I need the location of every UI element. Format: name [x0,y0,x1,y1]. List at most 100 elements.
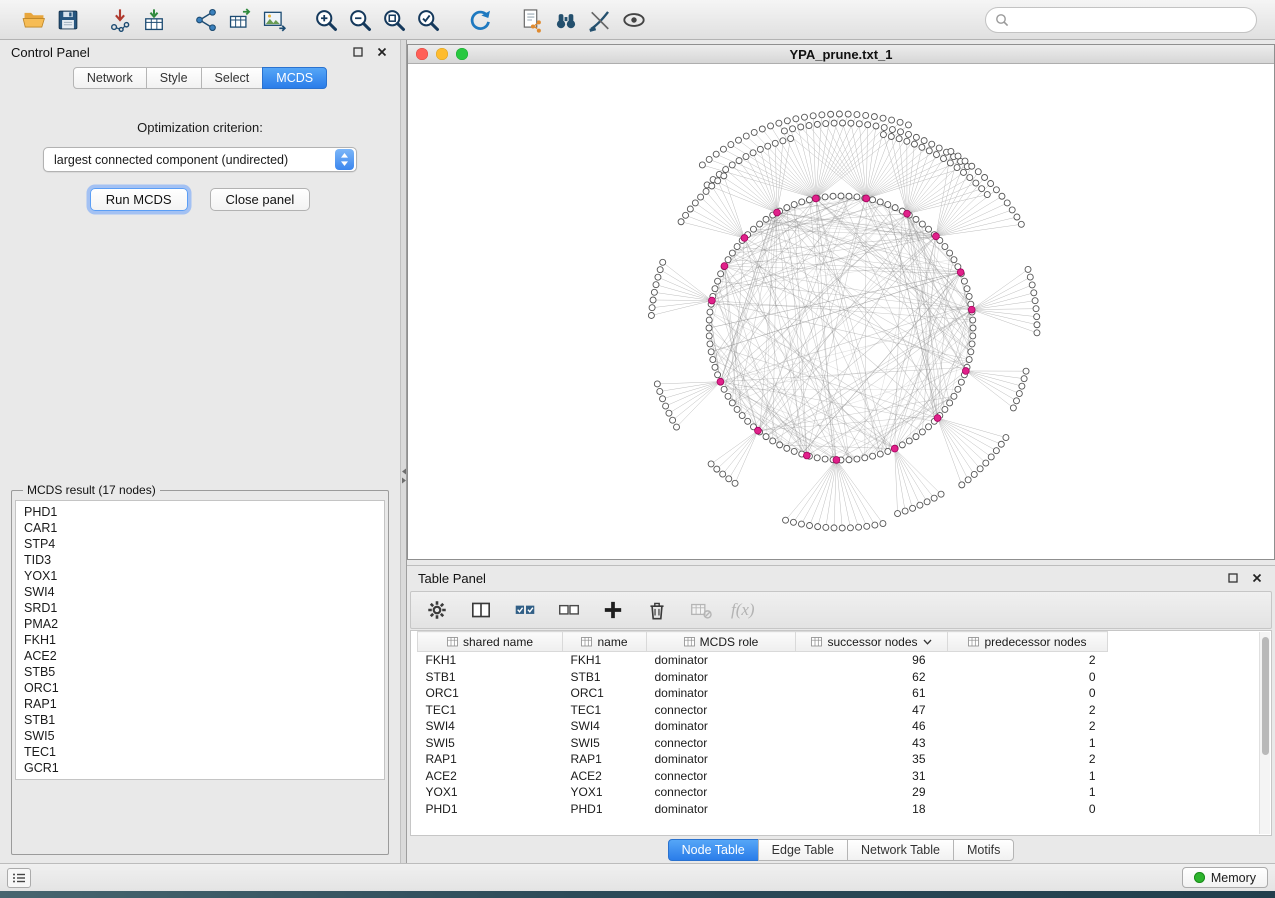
search-field[interactable] [985,7,1257,33]
splitter-collapse-arrows[interactable] [401,468,407,484]
show-hide-button[interactable] [619,5,649,35]
select-all-button[interactable] [511,597,539,623]
table-cell: 2 [948,652,1108,669]
mcds-result-item[interactable]: ORC1 [16,680,384,696]
status-menu-button[interactable] [7,868,31,888]
table-scrollbar[interactable] [1259,632,1270,834]
window-minimize-button[interactable] [436,48,448,60]
table-row[interactable]: STB1STB1dominator620 [418,669,1108,686]
table-row[interactable]: FKH1FKH1dominator962 [418,652,1108,669]
import-network-button[interactable] [105,5,135,35]
column-type-icon [447,637,458,647]
export-table-button[interactable] [225,5,255,35]
run-mcds-button[interactable]: Run MCDS [90,188,188,211]
save-button[interactable] [53,5,83,35]
zoom-fit-button[interactable] [379,5,409,35]
export-image-button[interactable] [259,5,289,35]
table-cell: 29 [796,784,948,801]
mcds-result-item[interactable]: PMA2 [16,616,384,632]
table-tab-node-table[interactable]: Node Table [668,839,759,861]
table-row[interactable]: ACE2ACE2connector311 [418,768,1108,785]
table-row[interactable]: SWI5SWI5connector431 [418,735,1108,752]
table-tab-motifs[interactable]: Motifs [953,839,1014,861]
criterion-dropdown[interactable]: largest connected component (undirected) [43,147,357,172]
mcds-result-item[interactable]: STB1 [16,712,384,728]
table-cell: 96 [796,652,948,669]
table-tab-network-table[interactable]: Network Table [847,839,954,861]
window-maximize-button[interactable] [456,48,468,60]
float-table-panel-button[interactable] [1226,571,1240,585]
mcds-result-item[interactable]: PHD1 [16,504,384,520]
mcds-result-item[interactable]: RAP1 [16,696,384,712]
export-network-button[interactable] [191,5,221,35]
network-graph[interactable] [408,64,1274,559]
mcds-result-item[interactable]: FKH1 [16,632,384,648]
table-cell: PHD1 [563,801,647,818]
memory-button[interactable]: Memory [1182,867,1268,888]
float-panel-button[interactable] [351,45,365,59]
select-all-icon [513,598,537,622]
network-canvas[interactable] [408,64,1274,559]
close-panel-button-secondary[interactable]: Close panel [210,188,311,211]
close-table-panel-button[interactable] [1250,571,1264,585]
table-row[interactable]: TEC1TEC1connector472 [418,702,1108,719]
tab-network[interactable]: Network [73,67,147,89]
mcds-result-item[interactable]: SRD1 [16,600,384,616]
zoom-out-button[interactable] [345,5,375,35]
column-header-successor-nodes[interactable]: successor nodes [796,632,948,652]
network-window-title: YPA_prune.txt_1 [408,47,1274,62]
mcds-result-item[interactable]: ACE2 [16,648,384,664]
mcds-result-item[interactable]: CAR1 [16,520,384,536]
column-header-predecessor-nodes[interactable]: predecessor nodes [948,632,1108,652]
mcds-result-item[interactable]: STP4 [16,536,384,552]
disabled-table-icon [689,598,713,622]
tab-style[interactable]: Style [146,67,202,89]
zoom-selected-button[interactable] [413,5,443,35]
mcds-result-item[interactable]: GCR1 [16,760,384,776]
import-table-button[interactable] [139,5,169,35]
table-row[interactable]: PHD1PHD1dominator180 [418,801,1108,818]
mcds-result-item[interactable]: TEC1 [16,744,384,760]
table-cell: dominator [647,801,796,818]
search-input[interactable] [1015,13,1247,27]
close-panel-button[interactable] [375,45,389,59]
application-window: Control Panel NetworkStyleSelectMCDS Opt… [0,0,1275,898]
export-document-button[interactable] [517,5,547,35]
window-close-button[interactable] [416,48,428,60]
mcds-result-item[interactable]: TID3 [16,552,384,568]
table-row[interactable]: YOX1YOX1connector291 [418,784,1108,801]
table-row[interactable]: ORC1ORC1dominator610 [418,685,1108,702]
table-row[interactable]: RAP1RAP1dominator352 [418,751,1108,768]
settings-button[interactable] [423,597,451,623]
tab-mcds[interactable]: MCDS [262,67,327,89]
columns-button[interactable] [467,597,495,623]
table-row[interactable]: SWI4SWI4dominator462 [418,718,1108,735]
table-cell: TEC1 [418,702,563,719]
zoom-in-button[interactable] [311,5,341,35]
apply-layout-button[interactable] [465,5,495,35]
mcds-result-item[interactable]: SWI4 [16,584,384,600]
table-tab-edge-table[interactable]: Edge Table [758,839,848,861]
tab-select[interactable]: Select [201,67,264,89]
column-header-name[interactable]: name [563,632,647,652]
mcds-result-item[interactable]: SWI5 [16,728,384,744]
column-type-icon [968,637,979,647]
mcds-result-item[interactable]: STB5 [16,664,384,680]
column-header-mcds-role[interactable]: MCDS role [647,632,796,652]
column-header-shared-name[interactable]: shared name [418,632,563,652]
network-window-titlebar[interactable]: YPA_prune.txt_1 [408,45,1274,64]
add-entry-button[interactable] [599,597,627,623]
deselect-all-button[interactable] [555,597,583,623]
table-scrollbar-thumb[interactable] [1262,637,1269,755]
delete-entry-button[interactable] [643,597,671,623]
function-builder-button[interactable]: f(x) [731,600,755,620]
table-cell: connector [647,702,796,719]
open-folder-button[interactable] [19,5,49,35]
vertical-splitter[interactable] [400,40,407,863]
disabled-table-button[interactable] [687,597,715,623]
table-cell: ACE2 [418,768,563,785]
add-entry-icon [601,598,625,622]
mcds-result-item[interactable]: YOX1 [16,568,384,584]
search-network-button[interactable] [551,5,581,35]
toggle-graphics-details-button[interactable] [585,5,615,35]
